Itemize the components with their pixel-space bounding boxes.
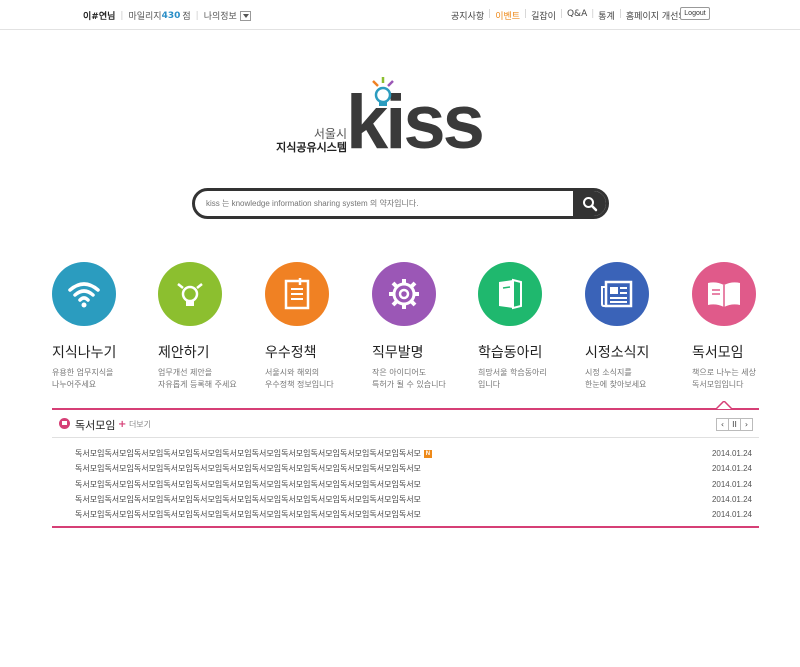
nav-notice[interactable]: 공지사항 bbox=[451, 9, 484, 22]
category-newsletter[interactable]: 시정소식지 시정 소식지를 한눈에 찾아보세요 bbox=[585, 262, 695, 391]
logout-button[interactable]: Logout bbox=[680, 7, 710, 20]
next-button[interactable]: › bbox=[740, 418, 753, 431]
category-proposal[interactable]: 제안하기 업무개선 제안을 자유롭게 등록해 주세요 bbox=[158, 262, 268, 391]
top-nav: 공지사항 | 이벤트 | 길잡이 | Q&A | 통계 | 홈페이지 개선의견 bbox=[451, 9, 695, 22]
divider: | bbox=[559, 9, 563, 19]
post-date: 2014.01.24 bbox=[711, 449, 752, 459]
nav-stats[interactable]: 통계 bbox=[598, 9, 615, 22]
gear-icon bbox=[372, 262, 436, 326]
post-date: 2014.01.24 bbox=[711, 464, 752, 474]
category-desc: 서울시와 해외의 우수정책 정보입니다 bbox=[265, 368, 334, 389]
lightbulb-logo-icon bbox=[372, 77, 394, 106]
document-icon bbox=[265, 262, 329, 326]
category-title: 직무발명 bbox=[372, 345, 424, 361]
category-book-club[interactable]: 독서모임 책으로 나누는 세상 독서모임입니다 bbox=[692, 262, 800, 391]
divider: | bbox=[488, 9, 492, 19]
category-title: 지식나누기 bbox=[52, 345, 117, 361]
category-desc: 희망서울 학습동아리 입니다 bbox=[478, 368, 547, 389]
search-button[interactable] bbox=[573, 191, 606, 216]
list-item[interactable]: 독서모임독서모임독서모임독서모임독서모임독서모임독서모임독서모임독서모임독서모임… bbox=[75, 446, 752, 461]
list-item[interactable]: 독서모임독서모임독서모임독서모임독서모임독서모임독서모임독서모임독서모임독서모임… bbox=[75, 507, 752, 522]
list-item[interactable]: 독서모임독서모임독서모임독서모임독서모임독서모임독서모임독서모임독서모임독서모임… bbox=[75, 461, 752, 476]
divider: | bbox=[120, 10, 124, 21]
list-item[interactable]: 독서모임독서모임독서모임독서모임독서모임독서모임독서모임독서모임독서모임독서모임… bbox=[75, 477, 752, 492]
user-name: 이#연님 bbox=[83, 12, 116, 22]
user-area: 이#연님 | 마일리지 430 점 | 나의정보 bbox=[83, 9, 251, 22]
post-title[interactable]: 독서모임독서모임독서모임독서모임독서모임독서모임독서모임독서모임독서모임독서모임… bbox=[75, 494, 421, 505]
myinfo-dropdown-button[interactable] bbox=[239, 10, 251, 21]
panel-header: 독서모임 + 더보기 ‹ II › bbox=[52, 410, 759, 438]
post-date: 2014.01.24 bbox=[711, 510, 752, 520]
post-title[interactable]: 독서모임독서모임독서모임독서모임독서모임독서모임독서모임독서모임독서모임독서모임… bbox=[75, 509, 421, 520]
pager: ‹ II › bbox=[716, 418, 753, 431]
search-input[interactable] bbox=[195, 191, 575, 216]
more-link[interactable]: + 더보기 bbox=[118, 419, 151, 430]
post-list: 독서모임독서모임독서모임독서모임독서모임독서모임독서모임독서모임독서모임독서모임… bbox=[75, 446, 752, 522]
mileage-value: 430 bbox=[161, 10, 181, 21]
nav-event[interactable]: 이벤트 bbox=[495, 9, 520, 22]
book-club-panel: 독서모임 + 더보기 ‹ II › 독서모임독서모임독서모임독서모임독서모임독서… bbox=[52, 401, 759, 528]
category-best-policy[interactable]: 우수정책 서울시와 해외의 우수정책 정보입니다 bbox=[265, 262, 375, 391]
category-title: 시정소식지 bbox=[585, 345, 650, 361]
category-desc: 시정 소식지를 한눈에 찾아보세요 bbox=[585, 368, 647, 389]
logo-subtitle-system: 지식공유시스템 bbox=[276, 141, 347, 154]
nav-guide[interactable]: 길잡이 bbox=[531, 9, 556, 22]
post-title[interactable]: 독서모임독서모임독서모임독서모임독서모임독서모임독서모임독서모임독서모임독서모임… bbox=[75, 463, 421, 474]
mileage-unit: 점 bbox=[182, 12, 191, 22]
nav-qna[interactable]: Q&A bbox=[567, 9, 587, 22]
myinfo-link[interactable]: 나의정보 bbox=[204, 9, 237, 22]
divider: | bbox=[524, 9, 528, 19]
panel-title: 독서모임 bbox=[75, 419, 116, 432]
wifi-icon bbox=[52, 262, 116, 326]
kiss-logo[interactable]: 서울시 지식공유시스템 kiss bbox=[270, 75, 485, 175]
category-title: 제안하기 bbox=[158, 345, 210, 361]
mileage-label: 마일리지 bbox=[128, 12, 162, 22]
category-title: 우수정책 bbox=[265, 345, 317, 361]
lightbulb-icon bbox=[158, 262, 222, 326]
post-date: 2014.01.24 bbox=[711, 479, 752, 489]
post-date: 2014.01.24 bbox=[711, 495, 752, 505]
category-title: 학습동아리 bbox=[478, 345, 543, 361]
divider: | bbox=[195, 10, 199, 21]
open-book-icon bbox=[692, 262, 756, 326]
book-icon bbox=[59, 418, 70, 429]
search-icon bbox=[582, 196, 597, 211]
book-icon bbox=[478, 262, 542, 326]
list-item[interactable]: 독서모임독서모임독서모임독서모임독서모임독서모임독서모임독서모임독서모임독서모임… bbox=[75, 492, 752, 507]
top-bar: 이#연님 | 마일리지 430 점 | 나의정보 공지사항 | 이벤트 | 길잡… bbox=[0, 0, 800, 30]
category-desc: 업무개선 제안을 자유롭게 등록해 주세요 bbox=[158, 368, 237, 389]
divider: | bbox=[618, 9, 622, 19]
category-title: 독서모임 bbox=[692, 345, 744, 361]
category-desc: 책으로 나누는 세상 독서모임입니다 bbox=[692, 368, 756, 389]
category-invention[interactable]: 직무발명 작은 아이디어도 특허가 될 수 있습니다 bbox=[372, 262, 482, 391]
category-knowledge-sharing[interactable]: 지식나누기 유용한 업무지식을 나누어주세요 bbox=[52, 262, 162, 391]
search-bar bbox=[192, 188, 609, 219]
post-title[interactable]: 독서모임독서모임독서모임독서모임독서모임독서모임독서모임독서모임독서모임독서모임… bbox=[75, 448, 421, 459]
post-title[interactable]: 독서모임독서모임독서모임독서모임독서모임독서모임독서모임독서모임독서모임독서모임… bbox=[75, 479, 421, 490]
category-desc: 작은 아이디어도 특허가 될 수 있습니다 bbox=[372, 368, 446, 389]
divider: | bbox=[591, 9, 595, 19]
category-desc: 유용한 업무지식을 나누어주세요 bbox=[52, 368, 114, 389]
newspaper-icon bbox=[585, 262, 649, 326]
category-study-group[interactable]: 학습동아리 희망서울 학습동아리 입니다 bbox=[478, 262, 588, 391]
new-badge: N bbox=[423, 449, 432, 458]
active-tab-indicator bbox=[716, 401, 732, 409]
